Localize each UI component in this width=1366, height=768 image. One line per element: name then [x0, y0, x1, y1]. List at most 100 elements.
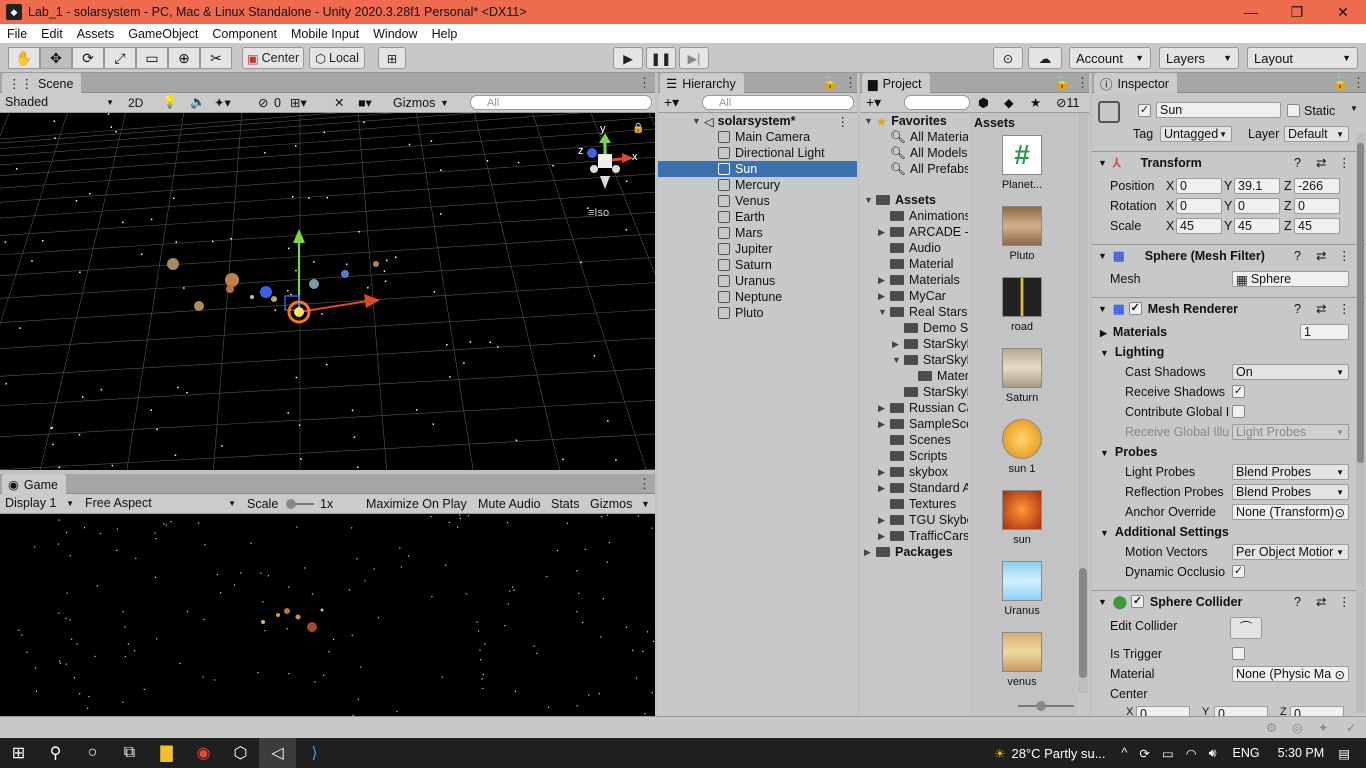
object-name-field[interactable]: Sun [1156, 102, 1281, 118]
probes-foldout[interactable]: ▼ Probes [1100, 445, 1157, 459]
project-folder-15[interactable]: Scripts [878, 448, 947, 464]
static-checkbox[interactable] [1287, 104, 1300, 117]
contribute-gi-checkbox[interactable] [1232, 405, 1245, 418]
language-indicator[interactable]: ENG [1233, 746, 1260, 760]
additional-settings-foldout[interactable]: ▼ Additional Settings [1100, 525, 1229, 539]
preset-icon[interactable]: ⇄ [1316, 301, 1326, 316]
step-button[interactable]: ▶| [679, 47, 709, 69]
game-gizmos-dropdown-icon[interactable]: ▼ [641, 499, 650, 509]
stats-button[interactable]: Stats [551, 497, 580, 511]
project-folder-2[interactable]: Audio [878, 240, 941, 256]
cortana-icon[interactable]: ○ [74, 738, 111, 768]
favorite-all-materials[interactable]: 🔍︎ All Materia [890, 129, 968, 145]
asset-item-6[interactable]: Uranus [982, 561, 1062, 617]
transform-header[interactable]: ▼ ⅄ Transform ? ⇄ ⋮ [1092, 151, 1366, 173]
project-create-button[interactable]: +▾ [866, 94, 881, 111]
hidden-objects-icon[interactable]: ⊘ [258, 95, 268, 110]
light-probes-dropdown[interactable]: Blend Probes [1232, 464, 1349, 480]
show-hidden-icons[interactable]: ^ [1122, 746, 1128, 760]
grid-snap-button[interactable]: ⊞ [378, 47, 406, 69]
notifications-icon[interactable]: ▤ [1338, 746, 1350, 761]
layer-dropdown[interactable]: Default [1284, 126, 1349, 142]
project-folder-20[interactable]: ▶ TrafficCars [878, 528, 968, 544]
project-folder-14[interactable]: Scenes [878, 432, 951, 448]
account-dropdown[interactable]: Account ▼ [1069, 47, 1151, 69]
asset-item-2[interactable]: road [982, 277, 1062, 333]
maximize-on-play-button[interactable]: Maximize On Play [366, 497, 467, 511]
menu-edit[interactable]: Edit [34, 27, 70, 41]
tab-hierarchy[interactable]: ☰ Hierarchy [660, 73, 744, 94]
scene-gizmos-button[interactable]: Gizmos [393, 96, 435, 110]
project-folder-1[interactable]: ▶ ARCADE - [878, 224, 968, 240]
taskbar-search-icon[interactable]: ⚲ [37, 738, 74, 768]
unity-editor-icon[interactable]: ◁ [259, 738, 296, 768]
debug-icon[interactable]: ✦ [1318, 720, 1328, 735]
project-folder-17[interactable]: ▶ Standard A [878, 480, 968, 496]
project-folder-11[interactable]: StarSkyl [892, 384, 968, 400]
scene-row-menu-icon[interactable]: ⋮ [837, 114, 850, 129]
favorite-all-prefabs[interactable]: 🔍︎ All Prefabs [890, 161, 968, 177]
project-folder-7[interactable]: Demo Sc [892, 320, 968, 336]
hierarchy-item-main-camera[interactable]: Main Camera [658, 129, 857, 145]
menu-assets[interactable]: Assets [70, 27, 122, 41]
display-dropdown[interactable]: Display 1 [2, 495, 78, 511]
inspector-menu-icon[interactable]: ⋮ [1352, 75, 1365, 91]
game-view[interactable] [0, 514, 655, 716]
scale-slider[interactable] [286, 499, 314, 509]
cache-icon[interactable]: ◎ [1292, 720, 1303, 735]
position-y-field[interactable]: 39.1 [1234, 178, 1280, 194]
inspector-lock-icon[interactable]: 🔒 [1332, 75, 1348, 91]
scale-y-field[interactable]: 45 [1234, 218, 1280, 234]
cloud-icon[interactable]: ☁ [1028, 47, 1062, 69]
filter-label-icon[interactable]: ◆ [1004, 95, 1014, 110]
project-folder-18[interactable]: Textures [878, 496, 956, 512]
project-folder-16[interactable]: ▶ skybox [878, 464, 948, 480]
center-x-field[interactable]: 0 [1136, 706, 1190, 716]
project-folder-5[interactable]: ▶ MyCar [878, 288, 946, 304]
center-y-field[interactable]: 0 [1214, 706, 1268, 716]
hierarchy-menu-icon[interactable]: ⋮ [844, 75, 857, 91]
scene-root-row[interactable]: ▼ ◁ solarsystem* ⋮ [658, 113, 857, 129]
asset-item-1[interactable]: Pluto [982, 206, 1062, 262]
layers-dropdown[interactable]: Layers ▼ [1159, 47, 1239, 69]
component-menu-icon[interactable]: ⋮ [1338, 301, 1351, 316]
menu-mobile-input[interactable]: Mobile Input [284, 27, 366, 41]
weather-text[interactable]: 28°C Partly su... [1011, 746, 1105, 761]
tools-icon[interactable]: ✕ [334, 95, 344, 110]
lock-icon[interactable]: 🔒 [632, 123, 644, 134]
volume-icon[interactable]: 🔊︎ [1209, 746, 1217, 761]
transform-tool-icon[interactable]: ⊕ [168, 47, 200, 69]
rect-tool-icon[interactable]: ▭ [136, 47, 168, 69]
file-explorer-icon[interactable]: ▇ [148, 738, 185, 768]
mute-audio-button[interactable]: Mute Audio [478, 497, 541, 511]
tag-dropdown[interactable]: Untagged [1160, 126, 1232, 142]
effects-icon[interactable]: ✦▾ [214, 95, 231, 110]
asset-item-4[interactable]: sun 1 [982, 419, 1062, 475]
collab-icon[interactable]: ⊙ [993, 47, 1023, 69]
hidden-packages-icon[interactable]: ⊘11 [1056, 95, 1079, 110]
asset-item-7[interactable]: venus [982, 632, 1062, 688]
scene-search-input[interactable]: All [470, 95, 652, 110]
menu-help[interactable]: Help [425, 27, 465, 41]
materials-foldout[interactable]: ▶ Materials [1100, 325, 1167, 339]
create-button[interactable]: +▾ [664, 94, 679, 111]
assets-folder-row[interactable]: ▼ Assets [864, 192, 936, 208]
menu-file[interactable]: File [0, 27, 34, 41]
aspect-dropdown[interactable]: Free Aspect [82, 495, 240, 511]
hierarchy-item-mars[interactable]: Mars [658, 225, 857, 241]
materials-count-field[interactable]: 1 [1300, 324, 1349, 340]
scene-orientation-gizmo[interactable]: y x z [578, 123, 638, 201]
dynamic-occlusion-checkbox[interactable]: ✓ [1232, 565, 1245, 578]
custom-tool-icon[interactable]: ✂ [200, 47, 232, 69]
gizmos-dropdown-icon[interactable]: ▼ [440, 98, 449, 108]
scale-tool-icon[interactable]: ⤢ [104, 47, 136, 69]
close-button[interactable]: ✕ [1320, 4, 1366, 21]
tab-game[interactable]: ◉ Game [2, 474, 66, 495]
hierarchy-item-neptune[interactable]: Neptune [658, 289, 857, 305]
2d-toggle[interactable]: 2D [128, 96, 143, 110]
icon-size-slider[interactable] [1018, 701, 1074, 711]
play-button[interactable]: ▶ [613, 47, 643, 69]
center-z-field[interactable]: 0 [1290, 706, 1344, 716]
maximize-button[interactable]: ❐ [1274, 4, 1320, 21]
windows-start-icon[interactable]: ⊞ [0, 738, 37, 768]
